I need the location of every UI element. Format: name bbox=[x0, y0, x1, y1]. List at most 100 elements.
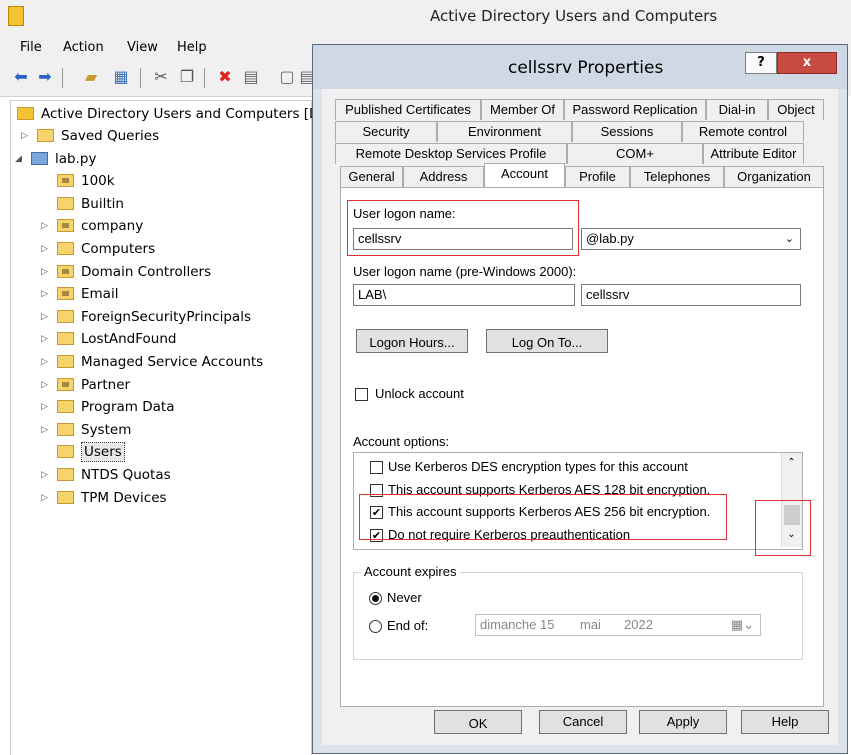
date-day: dimanche 15 bbox=[480, 617, 555, 632]
tree-item-label: Computers bbox=[81, 241, 156, 257]
end-date-picker[interactable]: dimanche 15 mai 2022 ▦⌄ bbox=[475, 614, 761, 636]
tab-password-replication[interactable]: Password Replication bbox=[564, 99, 706, 120]
date-year: 2022 bbox=[624, 617, 653, 632]
expand-arrow-icon[interactable]: ▷ bbox=[41, 238, 48, 260]
ok-button[interactable]: OK bbox=[434, 710, 522, 734]
calendar-icon[interactable]: ▦⌄ bbox=[731, 615, 754, 635]
tab-dial-in[interactable]: Dial-in bbox=[706, 99, 768, 120]
domain-suffix-select[interactable]: @lab.py ⌄ bbox=[581, 228, 801, 250]
tab-object[interactable]: Object bbox=[768, 99, 824, 120]
console-tree: Active Directory Users and Computers [D … bbox=[10, 100, 319, 755]
back-arrow-icon[interactable]: ⬅ bbox=[10, 67, 32, 87]
tree-item-label: Managed Service Accounts bbox=[81, 354, 264, 370]
tab-sessions[interactable]: Sessions bbox=[572, 121, 682, 142]
end-of-label: End of: bbox=[387, 618, 429, 633]
tab-telephones[interactable]: Telephones bbox=[630, 166, 724, 187]
tab-remote-control[interactable]: Remote control bbox=[682, 121, 804, 142]
pre2000-user-input[interactable]: cellssrv bbox=[581, 284, 801, 306]
help-title-button[interactable]: ? bbox=[745, 52, 777, 74]
close-button[interactable]: x bbox=[777, 52, 837, 74]
option-checkbox[interactable] bbox=[370, 461, 383, 474]
highlight-scrollbar bbox=[755, 500, 811, 556]
folder-icon bbox=[57, 400, 74, 414]
tab-com-plus[interactable]: COM+ bbox=[567, 143, 703, 164]
expand-arrow-icon[interactable]: ▷ bbox=[21, 125, 28, 147]
tab-address[interactable]: Address bbox=[403, 166, 484, 187]
folder-icon bbox=[57, 422, 74, 436]
show-hide-tree-icon[interactable]: ▦ bbox=[110, 67, 132, 87]
main-title-bar: Active Directory Users and Computers bbox=[0, 0, 851, 34]
folder-icon bbox=[57, 355, 74, 368]
tree-item-label: Saved Queries bbox=[61, 128, 160, 144]
domain-suffix-value: @lab.py bbox=[586, 231, 634, 246]
unlock-account-checkbox[interactable] bbox=[355, 388, 368, 401]
folder-icon bbox=[57, 264, 74, 278]
tab-published-certificates[interactable]: Published Certificates bbox=[335, 99, 481, 120]
delete-icon[interactable]: ✖ bbox=[214, 67, 236, 87]
account-expires-label: Account expires bbox=[361, 564, 460, 579]
menu-view[interactable]: View bbox=[127, 40, 158, 55]
tab-security[interactable]: Security bbox=[335, 121, 437, 142]
tab-member-of[interactable]: Member Of bbox=[481, 99, 564, 120]
expanded-arrow-icon[interactable]: ◢ bbox=[15, 148, 22, 170]
menu-help[interactable]: Help bbox=[177, 40, 207, 55]
folder-icon bbox=[57, 490, 74, 504]
expand-arrow-icon[interactable]: ▷ bbox=[41, 419, 48, 441]
folder-icon bbox=[57, 196, 74, 210]
folder-icon bbox=[57, 242, 74, 255]
up-folder-icon[interactable]: ▰ bbox=[80, 67, 102, 87]
expand-arrow-icon[interactable]: ▷ bbox=[41, 215, 48, 237]
menu-action[interactable]: Action bbox=[63, 40, 104, 55]
tab-general[interactable]: General bbox=[340, 166, 403, 187]
expand-arrow-icon[interactable]: ▷ bbox=[41, 396, 48, 418]
chevron-down-icon: ⌄ bbox=[784, 233, 794, 245]
tab-organization[interactable]: Organization bbox=[724, 166, 824, 187]
tree-item-label: company bbox=[81, 218, 144, 235]
highlight-logon-name bbox=[347, 200, 579, 256]
folder-icon bbox=[57, 174, 74, 188]
tree-item-label: Program Data bbox=[81, 399, 175, 416]
tab-rds-profile[interactable]: Remote Desktop Services Profile bbox=[335, 143, 567, 164]
end-of-radio[interactable] bbox=[369, 620, 382, 633]
expand-arrow-icon[interactable]: ▷ bbox=[41, 374, 48, 396]
tree-item-label: TPM Devices bbox=[81, 489, 167, 506]
forward-arrow-icon[interactable]: ➡ bbox=[34, 67, 56, 87]
properties-icon[interactable]: ▤ bbox=[240, 67, 262, 87]
cut-icon[interactable]: ✂ bbox=[150, 67, 172, 87]
tree-item-label: lab.py bbox=[55, 150, 97, 167]
highlight-kerberos-options bbox=[359, 494, 727, 540]
tab-account[interactable]: Account bbox=[484, 163, 565, 187]
tree-item-label: ForeignSecurityPrincipals bbox=[81, 308, 251, 325]
expand-arrow-icon[interactable]: ▷ bbox=[41, 351, 48, 373]
tab-profile[interactable]: Profile bbox=[565, 166, 630, 187]
never-label: Never bbox=[387, 590, 422, 605]
expand-arrow-icon[interactable]: ▷ bbox=[41, 464, 48, 486]
expand-arrow-icon[interactable]: ▷ bbox=[41, 261, 48, 283]
menu-file[interactable]: File bbox=[20, 40, 42, 55]
ad-root-icon bbox=[17, 107, 34, 120]
tree-root-label: Active Directory Users and Computers [D bbox=[41, 106, 320, 122]
expand-arrow-icon[interactable]: ▷ bbox=[41, 283, 48, 305]
never-radio[interactable] bbox=[369, 592, 382, 605]
account-tab-panel: User logon name: cellssrv @lab.py ⌄ User… bbox=[340, 187, 824, 707]
refresh-icon[interactable]: ▢ bbox=[276, 67, 298, 87]
folder-icon bbox=[37, 129, 54, 142]
expand-arrow-icon[interactable]: ▷ bbox=[41, 487, 48, 509]
expand-arrow-icon[interactable]: ▷ bbox=[41, 328, 48, 350]
tree-item-label: Users bbox=[81, 442, 125, 463]
scroll-up-icon[interactable]: ⌃ bbox=[785, 457, 798, 469]
copy-icon[interactable]: ❐ bbox=[176, 67, 198, 87]
pre2000-domain-input[interactable]: LAB\ bbox=[353, 284, 575, 306]
expand-arrow-icon[interactable]: ▷ bbox=[41, 306, 48, 328]
tree-item-label: LostAndFound bbox=[81, 331, 177, 348]
help-button[interactable]: Help bbox=[741, 710, 829, 734]
apply-button[interactable]: Apply bbox=[639, 710, 727, 734]
option-label: Use Kerberos DES encryption types for th… bbox=[388, 459, 688, 474]
tree-item-label: Domain Controllers bbox=[81, 263, 212, 280]
tab-attribute-editor[interactable]: Attribute Editor bbox=[703, 143, 804, 164]
log-on-to-button[interactable]: Log On To... bbox=[486, 329, 608, 353]
tab-environment[interactable]: Environment bbox=[437, 121, 572, 142]
cancel-button[interactable]: Cancel bbox=[539, 710, 627, 734]
logon-hours-button[interactable]: Logon Hours... bbox=[356, 329, 468, 353]
tree-item-label: Email bbox=[81, 286, 119, 303]
